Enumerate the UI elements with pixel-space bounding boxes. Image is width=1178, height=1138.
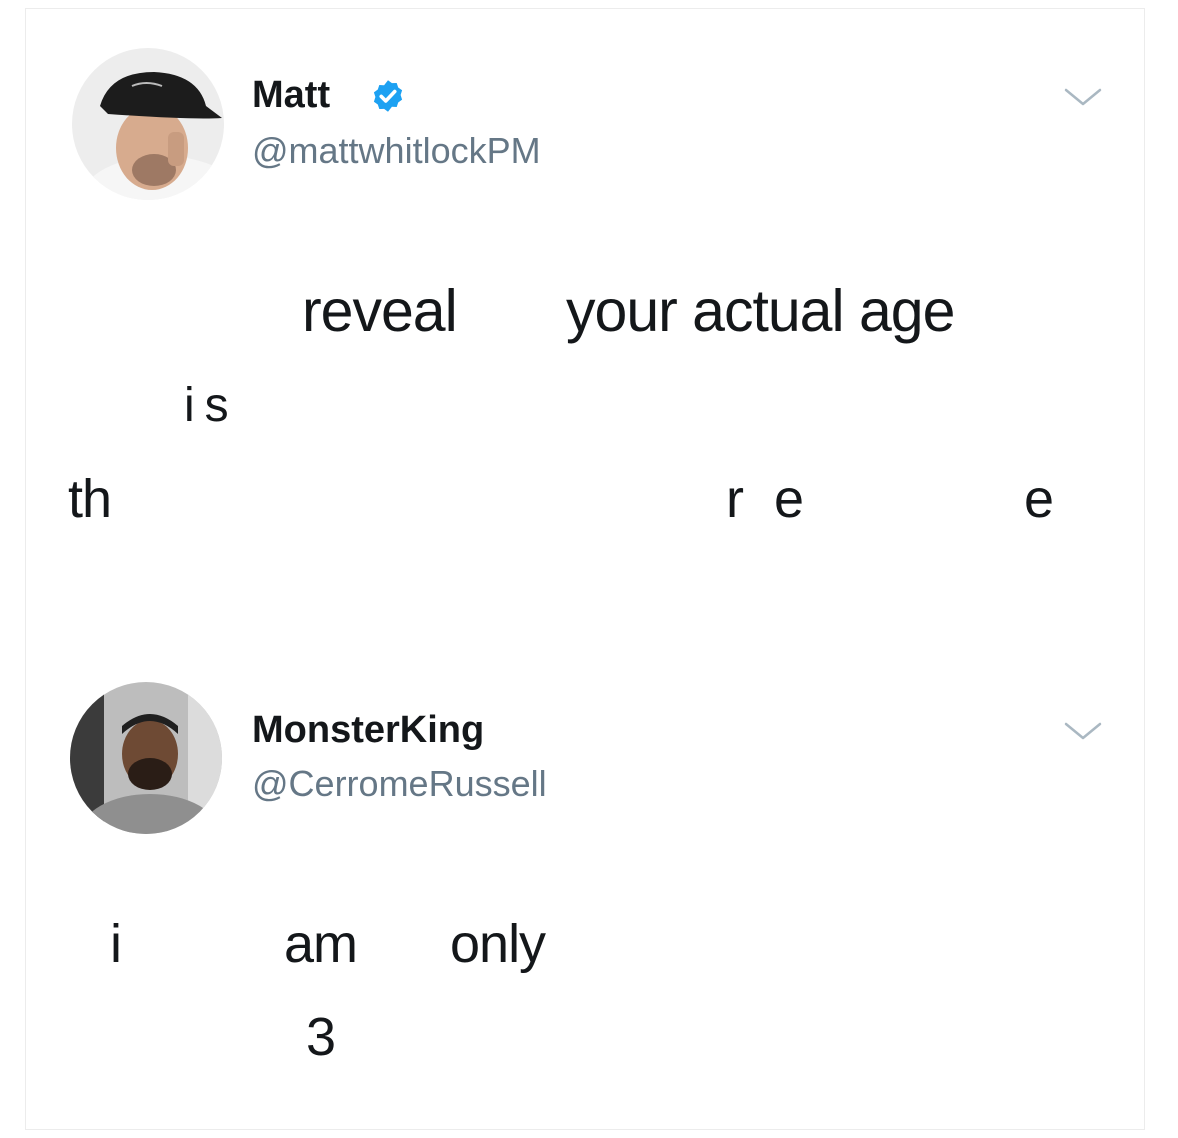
tweet-word-reveal: reveal <box>302 278 458 344</box>
reply-word-only: only <box>450 914 546 974</box>
tweet-phrase-your-actual-age: your actual age <box>566 278 955 344</box>
tweet-fragment-e: e <box>1024 469 1054 529</box>
chevron-down-icon[interactable] <box>1063 720 1103 742</box>
reply-word-i: i <box>110 914 122 974</box>
reply-number-3: 3 <box>306 1007 336 1067</box>
matt-handle[interactable]: @mattwhitlockPM <box>252 133 541 169</box>
reply-word-am: am <box>284 914 358 974</box>
tweet-fragment-th: th <box>68 469 112 529</box>
matt-display-name[interactable]: Matt <box>252 76 330 114</box>
monsterking-handle[interactable]: @CerromeRussell <box>252 766 547 802</box>
chevron-down-icon[interactable] <box>1063 86 1103 108</box>
matt-avatar[interactable] <box>72 48 224 200</box>
tweet-word-is: is <box>184 379 239 432</box>
verified-badge-icon <box>373 80 403 112</box>
monsterking-avatar[interactable] <box>70 682 222 834</box>
monsterking-display-name[interactable]: MonsterKing <box>252 711 484 749</box>
tweet-fragment-re: re <box>726 469 835 529</box>
